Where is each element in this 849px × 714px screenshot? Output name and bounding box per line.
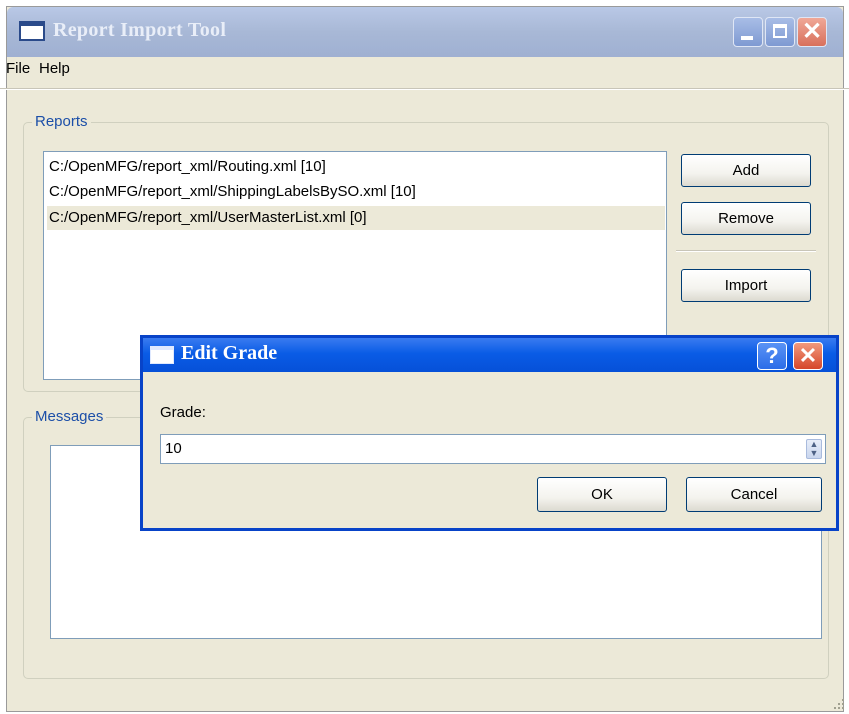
dialog-titlebar[interactable]: Edit Grade ? ✕ xyxy=(143,338,836,372)
report-list-item-selected[interactable]: C:/OpenMFG/report_xml/UserMasterList.xml… xyxy=(47,206,665,230)
grade-spinbox[interactable]: 10 ▲ ▼ xyxy=(160,434,826,464)
maximize-icon xyxy=(773,24,787,38)
menubar: File Help xyxy=(0,56,849,82)
app-window-icon xyxy=(19,21,45,41)
ok-button[interactable]: OK xyxy=(537,477,667,512)
messages-group-title: Messages xyxy=(32,408,107,425)
close-icon: ✕ xyxy=(801,18,823,45)
dialog-window-icon xyxy=(150,346,174,364)
help-icon[interactable]: ? xyxy=(757,342,787,370)
maximize-button[interactable] xyxy=(765,17,795,47)
resize-grip-icon[interactable] xyxy=(833,698,845,710)
edit-grade-dialog: Edit Grade ? ✕ Grade: 10 ▲ ▼ OK Cancel xyxy=(140,335,839,531)
minimize-button[interactable] xyxy=(733,17,763,47)
window-title: Report Import Tool xyxy=(53,19,227,41)
close-button[interactable]: ✕ xyxy=(797,17,827,47)
button-separator xyxy=(676,250,816,252)
spin-arrows-icon[interactable]: ▲ ▼ xyxy=(806,439,822,459)
main-titlebar[interactable]: Report Import Tool ✕ xyxy=(7,7,843,57)
dialog-close-icon[interactable]: ✕ xyxy=(793,342,823,370)
grade-label: Grade: xyxy=(160,404,206,421)
report-list-item[interactable]: C:/OpenMFG/report_xml/ShippingLabelsBySO… xyxy=(47,180,665,204)
minimize-icon xyxy=(741,36,753,40)
menu-help[interactable]: Help xyxy=(39,60,70,77)
import-button[interactable]: Import xyxy=(681,269,811,302)
remove-button[interactable]: Remove xyxy=(681,202,811,235)
add-button[interactable]: Add xyxy=(681,154,811,187)
report-list-item[interactable]: C:/OpenMFG/report_xml/Routing.xml [10] xyxy=(47,155,665,179)
menu-separator xyxy=(0,88,849,90)
grade-value[interactable]: 10 xyxy=(165,440,182,457)
dialog-title: Edit Grade xyxy=(181,342,278,364)
menu-file[interactable]: File xyxy=(6,60,30,77)
cancel-button[interactable]: Cancel xyxy=(686,477,822,512)
reports-group-title: Reports xyxy=(32,113,91,130)
